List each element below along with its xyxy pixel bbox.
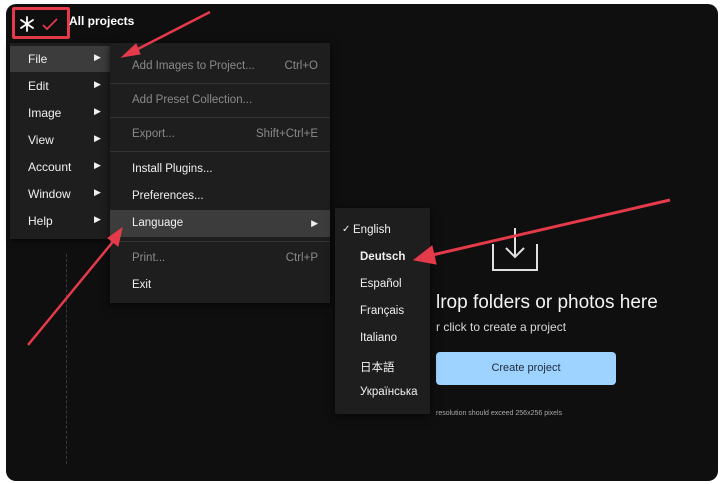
separator [110, 241, 330, 242]
menu-item-label: Export... [132, 128, 175, 140]
menu-item-install-plugins[interactable]: Install Plugins... [110, 156, 330, 183]
language-option-japanese[interactable]: 日本語 [335, 352, 430, 379]
language-label: Deutsch [360, 251, 406, 263]
drop-title: lrop folders or photos here [436, 292, 658, 313]
title-bar: All projects [6, 4, 718, 40]
menu-label: Edit [28, 79, 49, 93]
language-label: Українська [360, 386, 418, 398]
language-label: Español [360, 278, 402, 290]
checkmark-icon [42, 18, 58, 31]
menu-item-label: Exit [132, 279, 152, 291]
language-label: Italiano [360, 332, 398, 344]
menu-image[interactable]: Image ▶ [10, 100, 120, 126]
menu-item-label: Install Plugins... [132, 163, 213, 175]
menu-label: Window [28, 187, 71, 201]
shortcut-label: Shift+Ctrl+E [256, 128, 318, 140]
separator [110, 151, 330, 152]
menu-view[interactable]: View ▶ [10, 127, 120, 153]
menu-file[interactable]: File ▶ [10, 46, 120, 72]
submenu-arrow-icon: ▶ [94, 214, 101, 224]
shortcut-label: Ctrl+P [285, 252, 318, 264]
language-label: English [353, 224, 391, 236]
language-option-espanol[interactable]: Español [335, 271, 430, 298]
drop-zone[interactable]: lrop folders or photos here r click to c… [436, 214, 706, 434]
main-menu: File ▶ Edit ▶ Image ▶ View ▶ Account ▶ W… [10, 43, 120, 239]
checkmark-icon: ✓ [342, 224, 351, 235]
app-logo-icon [20, 16, 58, 32]
submenu-arrow-icon: ▶ [311, 218, 318, 228]
file-submenu: Add Images to Project... Ctrl+O Add Pres… [110, 43, 330, 303]
language-label: Français [360, 305, 405, 317]
page-title: All projects [69, 14, 135, 28]
menu-item-label: Preferences... [132, 190, 204, 202]
submenu-arrow-icon: ▶ [94, 187, 101, 197]
menu-edit[interactable]: Edit ▶ [10, 73, 120, 99]
menu-item-language[interactable]: Language ▶ [110, 210, 330, 237]
menu-item-print[interactable]: Print... Ctrl+P [110, 245, 330, 272]
menu-label: Account [28, 160, 72, 174]
menu-item-add-images[interactable]: Add Images to Project... Ctrl+O [110, 53, 330, 80]
menu-label: Image [28, 106, 62, 120]
menu-item-export[interactable]: Export... Shift+Ctrl+E [110, 121, 330, 148]
drop-subtitle: r click to create a project [436, 320, 567, 334]
drop-area-border [66, 254, 67, 464]
menu-item-exit[interactable]: Exit [110, 272, 330, 299]
submenu-arrow-icon: ▶ [94, 133, 101, 143]
menu-account[interactable]: Account ▶ [10, 154, 120, 180]
language-option-ukrainian[interactable]: Українська [335, 379, 430, 406]
menu-item-label: Print... [132, 252, 166, 264]
shortcut-label: Ctrl+O [284, 60, 318, 72]
language-option-english[interactable]: ✓ English [335, 217, 430, 244]
menu-label: File [28, 52, 48, 66]
language-option-deutsch[interactable]: Deutsch [335, 244, 430, 271]
separator [110, 117, 330, 118]
submenu-arrow-icon: ▶ [94, 106, 101, 116]
submenu-arrow-icon: ▶ [94, 160, 101, 170]
language-option-italiano[interactable]: Italiano [335, 325, 430, 352]
resolution-hint: resolution should exceed 256x256 pixels [436, 410, 563, 417]
create-project-button[interactable]: Create project [436, 352, 616, 385]
separator [110, 83, 330, 84]
menu-item-label: Add Images to Project... [132, 60, 255, 72]
language-submenu: ✓ English Deutsch Español Français Itali… [335, 208, 430, 414]
submenu-arrow-icon: ▶ [94, 52, 101, 62]
menu-item-label: Add Preset Collection... [132, 94, 253, 106]
menu-label: Help [28, 214, 53, 228]
menu-item-add-preset[interactable]: Add Preset Collection... [110, 87, 330, 114]
submenu-arrow-icon: ▶ [94, 79, 101, 89]
menu-item-label: Language [132, 217, 184, 229]
app-menu-button[interactable] [12, 7, 70, 39]
menu-help[interactable]: Help ▶ [10, 208, 120, 234]
language-option-francais[interactable]: Français [335, 298, 430, 325]
menu-label: View [28, 133, 54, 147]
upload-icon [492, 228, 538, 271]
menu-window[interactable]: Window ▶ [10, 181, 120, 207]
menu-item-preferences[interactable]: Preferences... [110, 183, 330, 210]
language-label: 日本語 [360, 362, 395, 374]
